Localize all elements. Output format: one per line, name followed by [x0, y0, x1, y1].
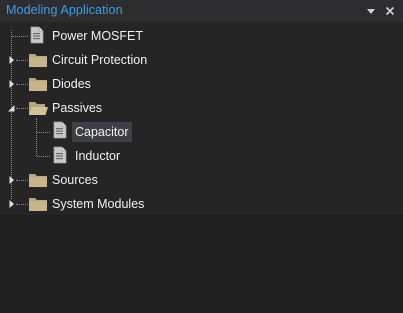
- tree-item-system-modules[interactable]: System Modules: [0, 192, 403, 215]
- expand-arrow-icon[interactable]: [7, 199, 17, 209]
- folder-open-icon: [28, 99, 48, 117]
- tree-item-capacitor[interactable]: Capacitor: [0, 120, 403, 144]
- tree-item-label[interactable]: Circuit Protection: [49, 50, 150, 70]
- expand-arrow-icon[interactable]: [7, 79, 17, 89]
- folder-icon: [28, 75, 48, 93]
- tree-item-label[interactable]: Sources: [49, 170, 101, 190]
- panel-title: Modeling Application: [6, 3, 123, 17]
- panel-titlebar: Modeling Application: [0, 0, 403, 22]
- empty-panel-area: [0, 215, 403, 313]
- tree-item-power-mosfet[interactable]: Power MOSFET: [0, 24, 403, 48]
- document-icon: [51, 121, 71, 139]
- tree-item-inductor[interactable]: Inductor: [0, 144, 403, 168]
- tree-item-label[interactable]: Capacitor: [72, 122, 132, 142]
- tree-item-label[interactable]: System Modules: [49, 194, 147, 214]
- tree-item-diodes[interactable]: Diodes: [0, 72, 403, 96]
- tree-item-label[interactable]: Passives: [49, 98, 105, 118]
- folder-icon: [28, 195, 48, 213]
- document-icon: [28, 26, 48, 44]
- tree-item-label[interactable]: Power MOSFET: [49, 26, 146, 46]
- document-icon: [51, 146, 71, 164]
- folder-icon: [28, 171, 48, 189]
- chevron-down-icon[interactable]: [364, 3, 378, 19]
- tree-item-label[interactable]: Diodes: [49, 74, 94, 94]
- tree-view[interactable]: Power MOSFET Circuit Protection Diodes P…: [0, 22, 403, 215]
- tree-item-label[interactable]: Inductor: [72, 146, 123, 166]
- expand-arrow-icon[interactable]: [7, 55, 17, 65]
- tree-item-circuit-protection[interactable]: Circuit Protection: [0, 48, 403, 72]
- folder-icon: [28, 51, 48, 69]
- tree-item-sources[interactable]: Sources: [0, 168, 403, 192]
- close-icon[interactable]: [383, 3, 397, 19]
- expand-arrow-icon[interactable]: [7, 175, 17, 185]
- modeling-application-panel: Modeling Application Power MOSFET Circui…: [0, 0, 403, 313]
- tree-item-passives[interactable]: Passives: [0, 96, 403, 120]
- collapse-arrow-icon[interactable]: [6, 103, 16, 113]
